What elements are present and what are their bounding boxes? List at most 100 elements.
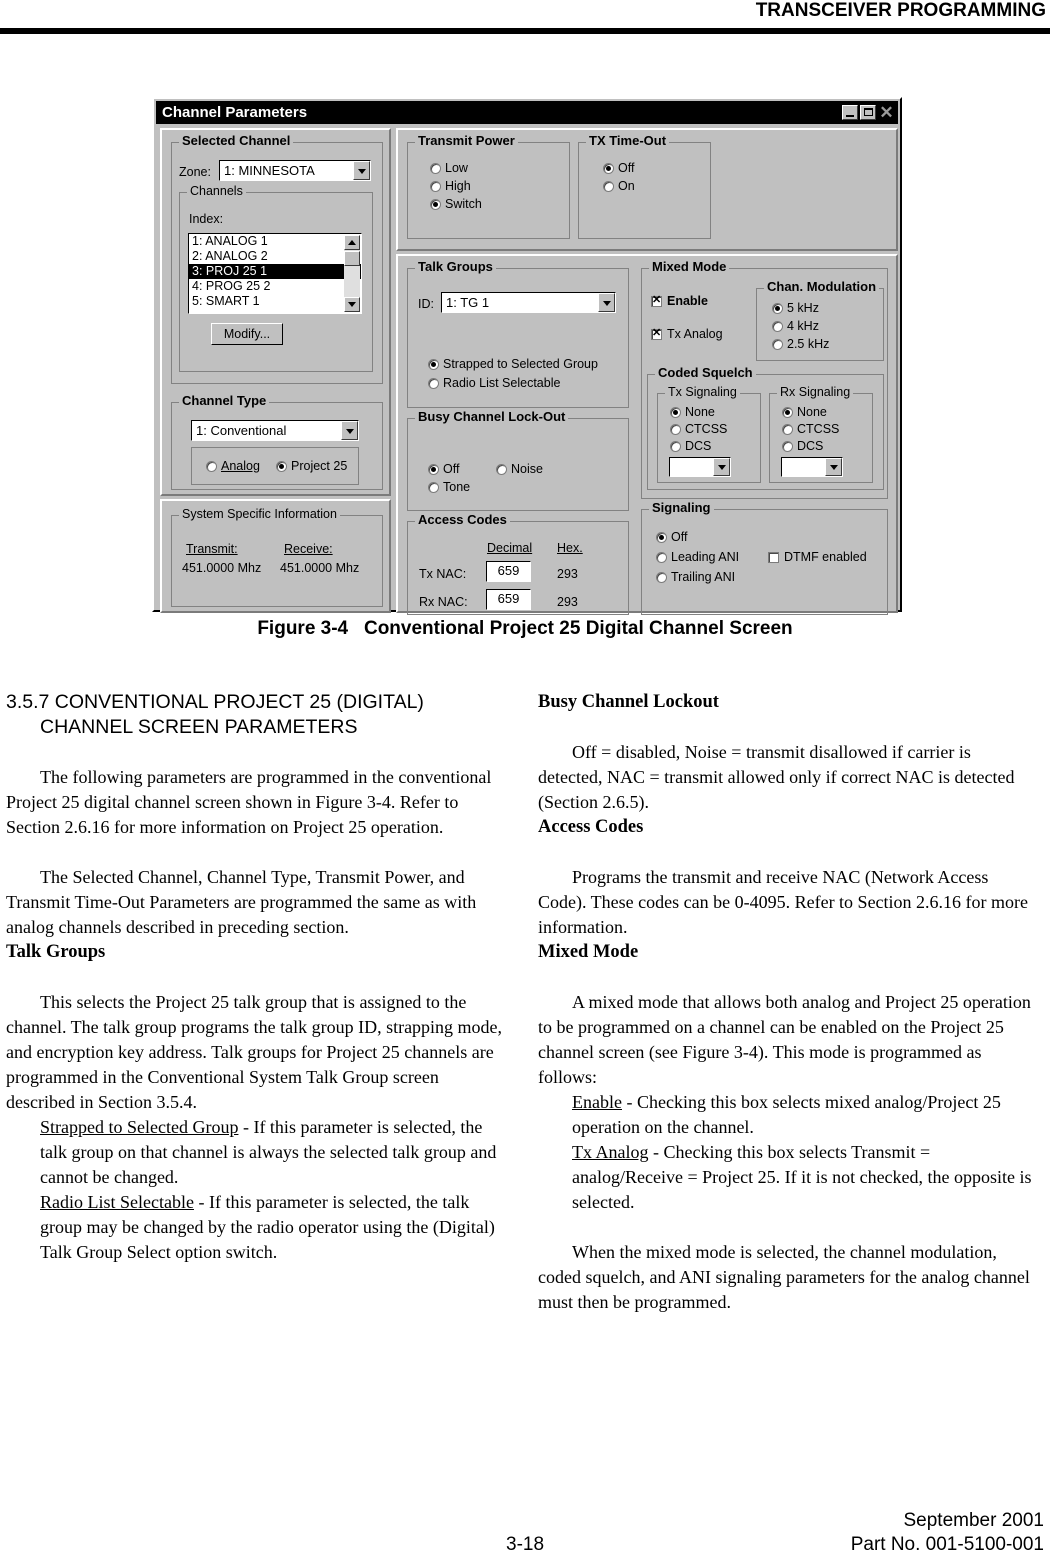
radio-tx-ctcss[interactable]: CTCSS: [670, 422, 727, 436]
group-tx-time-out: TX Time-Out Off On: [578, 134, 711, 239]
rx-signaling-combobox[interactable]: [781, 457, 843, 477]
radio-power-low[interactable]: Low: [430, 161, 468, 175]
scrollbar-thumb[interactable]: [344, 251, 360, 266]
subheading-mixed-mode: Mixed Mode: [538, 942, 639, 962]
list-item[interactable]: 4: PROG 25 2: [189, 279, 361, 294]
radio-rx-none[interactable]: None: [782, 405, 827, 419]
group-channel-mode: Analog Project 25: [191, 447, 359, 485]
radio-project-25-label: Project 25: [291, 459, 348, 473]
rx-nac-label: Rx NAC:: [419, 595, 468, 609]
chevron-down-icon[interactable]: [825, 458, 842, 476]
rx-nac-input[interactable]: 659: [486, 589, 531, 610]
close-icon[interactable]: ✕: [878, 104, 895, 121]
radio-strapped-label: Strapped to Selected Group: [443, 357, 598, 371]
channel-index-listbox[interactable]: 1: ANALOG 1 2: ANALOG 2 3: PROJ 25 1 4: …: [188, 233, 362, 314]
tx-signaling-combobox[interactable]: [669, 457, 731, 477]
checkbox-dtmf-enabled[interactable]: DTMF enabled: [768, 550, 867, 564]
group-busy-channel-lockout: Busy Channel Lock-Out Off Noise Tone: [407, 410, 629, 511]
channel-type-combobox[interactable]: 1: Conventional: [191, 420, 359, 441]
right-list-item-1-text: - Checking this box selects mixed analog…: [572, 1092, 1001, 1137]
group-tx-signaling: Tx Signaling None CTCSS DCS: [657, 385, 761, 483]
group-rx-signaling-label: Rx Signaling: [777, 385, 854, 399]
listbox-scrollbar[interactable]: [344, 235, 360, 312]
radio-modulation-4khz[interactable]: 4 kHz: [772, 319, 819, 333]
radio-bclo-off-label: Off: [443, 462, 460, 476]
radio-modulation-5khz-label: 5 kHz: [787, 301, 819, 315]
maximize-icon[interactable]: [860, 105, 876, 120]
radio-modulation-2p5khz-label: 2.5 kHz: [787, 337, 830, 351]
minimize-icon[interactable]: [842, 105, 858, 120]
talkgroup-id-combobox[interactable]: 1: TG 1: [441, 292, 616, 313]
right-paragraph-3: A mixed mode that allows both analog and…: [538, 992, 1031, 1087]
radio-leading-ani[interactable]: Leading ANI: [656, 550, 739, 564]
page-footer: 3-18 September 2001 Part No. 001-5100-00…: [0, 1498, 1050, 1558]
radio-dot-icon: [670, 406, 681, 418]
left-paragraph-2: The Selected Channel, Channel Type, Tran…: [6, 867, 477, 937]
talkgroup-id-label: ID:: [418, 297, 434, 311]
right-paragraph-1: Off = disabled, Noise = transmit disallo…: [538, 742, 1015, 812]
radio-power-high[interactable]: High: [430, 179, 471, 193]
scroll-down-icon[interactable]: [344, 297, 360, 312]
list-item[interactable]: 5: SMART 1: [189, 294, 361, 309]
group-busy-lockout-label: Busy Channel Lock-Out: [415, 410, 569, 424]
scroll-up-icon[interactable]: [344, 235, 360, 250]
group-system-specific-label: System Specific Information: [179, 507, 340, 521]
radio-radio-list-selectable[interactable]: Radio List Selectable: [428, 376, 560, 390]
page-number: 3-18: [506, 1534, 545, 1555]
modify-button[interactable]: Modify...: [211, 323, 283, 345]
figure-caption-text: Conventional Project 25 Digital Channel …: [363, 618, 793, 639]
radio-bclo-noise[interactable]: Noise: [496, 462, 543, 476]
list-item[interactable]: 1: ANALOG 1: [189, 234, 361, 249]
radio-leading-ani-label: Leading ANI: [671, 550, 740, 564]
checkbox-icon: [651, 294, 662, 307]
radio-tx-none[interactable]: None: [670, 405, 715, 419]
radio-dot-icon: [772, 302, 783, 314]
list-item[interactable]: 2: ANALOG 2: [189, 249, 361, 264]
radio-dot-icon: [670, 423, 681, 435]
zone-combobox[interactable]: 1: MINNESOTA: [219, 160, 371, 181]
header-rule: [0, 28, 1050, 34]
footer-part-number: Part No. 001-5100-001: [850, 1534, 1044, 1555]
radio-bclo-off[interactable]: Off: [428, 462, 459, 476]
section-heading: 3.5.7 CONVENTIONAL PROJECT 25 (DIGITAL) …: [6, 690, 506, 740]
radio-signaling-off[interactable]: Off: [656, 530, 687, 544]
body-right-column: Busy Channel Lockout Off = disabled, Noi…: [538, 690, 1038, 1315]
radio-timeout-on[interactable]: On: [603, 179, 635, 193]
radio-modulation-5khz[interactable]: 5 kHz: [772, 301, 819, 315]
radio-bclo-tone[interactable]: Tone: [428, 480, 470, 494]
subheading-talk-groups: Talk Groups: [6, 942, 106, 962]
channel-type-value: 1: Conventional: [196, 423, 287, 438]
radio-dot-icon: [603, 180, 614, 192]
checkbox-mixed-enable-label: Enable: [667, 294, 708, 308]
group-tx-signaling-label: Tx Signaling: [665, 385, 740, 399]
radio-dot-icon: [782, 423, 793, 435]
radio-rx-ctcss[interactable]: CTCSS: [782, 422, 839, 436]
radio-timeout-off[interactable]: Off: [603, 161, 634, 175]
radio-analog[interactable]: Analog: [206, 459, 260, 473]
checkbox-tx-analog[interactable]: Tx Analog: [651, 327, 723, 341]
radio-modulation-4khz-label: 4 kHz: [787, 319, 819, 333]
radio-modulation-2p5khz[interactable]: 2.5 kHz: [772, 337, 829, 351]
radio-project-25[interactable]: Project 25: [276, 459, 347, 473]
group-signaling-label: Signaling: [649, 501, 714, 515]
checkbox-mixed-enable[interactable]: Enable: [651, 294, 708, 308]
radio-tx-none-label: None: [685, 405, 715, 419]
radio-power-switch[interactable]: Switch: [430, 197, 482, 211]
dialog-titlebar[interactable]: Channel Parameters ✕: [156, 101, 898, 124]
radio-dot-icon: [428, 481, 439, 493]
radio-strapped-to-selected-group[interactable]: Strapped to Selected Group: [428, 357, 598, 371]
chevron-down-icon[interactable]: [713, 458, 730, 476]
tx-nac-input[interactable]: 659: [486, 561, 531, 582]
radio-trailing-ani[interactable]: Trailing ANI: [656, 570, 735, 584]
radio-tx-dcs[interactable]: DCS: [670, 439, 711, 453]
radio-rx-dcs[interactable]: DCS: [782, 439, 823, 453]
right-list-item-2-term: Tx Analog: [572, 1142, 649, 1162]
radio-analog-label: Analog: [221, 459, 260, 473]
list-item[interactable]: 3: PROJ 25 1: [189, 264, 361, 279]
chevron-down-icon[interactable]: [598, 293, 615, 312]
chevron-down-icon[interactable]: [341, 421, 358, 440]
group-rx-signaling: Rx Signaling None CTCSS DCS: [769, 385, 873, 483]
radio-rx-dcs-label: DCS: [797, 439, 824, 453]
receive-label: Receive:: [284, 542, 333, 556]
chevron-down-icon[interactable]: [353, 161, 370, 180]
